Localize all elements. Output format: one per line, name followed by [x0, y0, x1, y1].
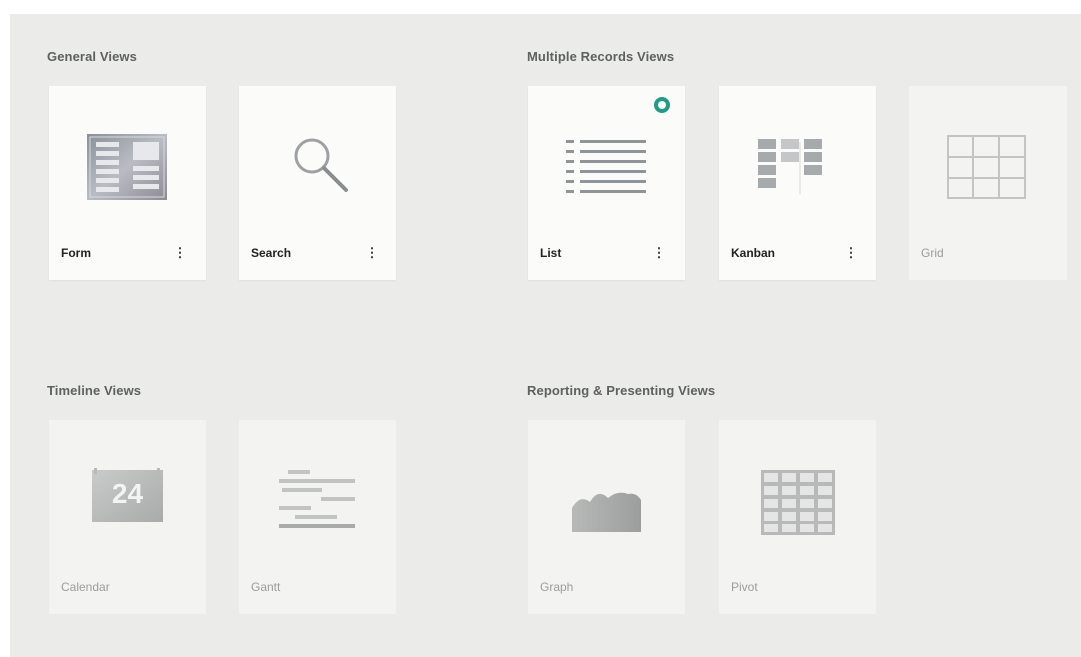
view-picker-panel: General Views Form ⋮ Search ⋮ Multiple R… [10, 14, 1081, 657]
view-card-label: Search [251, 246, 292, 260]
view-card-label: Pivot [731, 580, 758, 594]
view-card-form[interactable]: Form ⋮ [49, 86, 206, 280]
search-icon [239, 86, 396, 236]
view-card-label: Form [61, 246, 91, 260]
view-card-search[interactable]: Search ⋮ [239, 86, 396, 280]
view-card-label: Grid [921, 246, 944, 260]
view-card-list[interactable]: List ⋮ [528, 86, 685, 280]
grid-icon [909, 86, 1066, 236]
section-title-multiple: Multiple Records Views [527, 49, 675, 64]
graph-icon [528, 420, 685, 570]
view-card-gantt[interactable]: Gantt [239, 420, 396, 614]
kebab-menu-icon[interactable]: ⋮ [365, 244, 379, 262]
form-icon [49, 86, 206, 236]
section-title-timeline: Timeline Views [47, 383, 142, 398]
view-card-kanban[interactable]: Kanban ⋮ [719, 86, 876, 280]
kebab-menu-icon[interactable]: ⋮ [652, 244, 666, 262]
calendar-day-number: 24 [111, 478, 144, 509]
view-card-pivot[interactable]: Pivot [719, 420, 876, 614]
kanban-icon [719, 86, 876, 236]
view-card-label: Gantt [251, 580, 281, 594]
kebab-menu-icon[interactable]: ⋮ [844, 244, 858, 262]
view-card-label: Graph [540, 580, 574, 594]
view-card-label: Calendar [61, 580, 110, 594]
view-card-label: List [540, 246, 562, 260]
section-title-reporting: Reporting & Presenting Views [527, 383, 716, 398]
pivot-icon [719, 420, 876, 570]
gantt-icon [239, 420, 396, 570]
view-card-calendar[interactable]: 24 Calendar [49, 420, 206, 614]
kebab-menu-icon[interactable]: ⋮ [173, 244, 187, 262]
section-title-general: General Views [47, 49, 137, 64]
view-card-graph[interactable]: Graph [528, 420, 685, 614]
view-card-label: Kanban [731, 246, 776, 260]
list-icon [528, 86, 685, 236]
view-card-grid[interactable]: Grid [909, 86, 1067, 280]
